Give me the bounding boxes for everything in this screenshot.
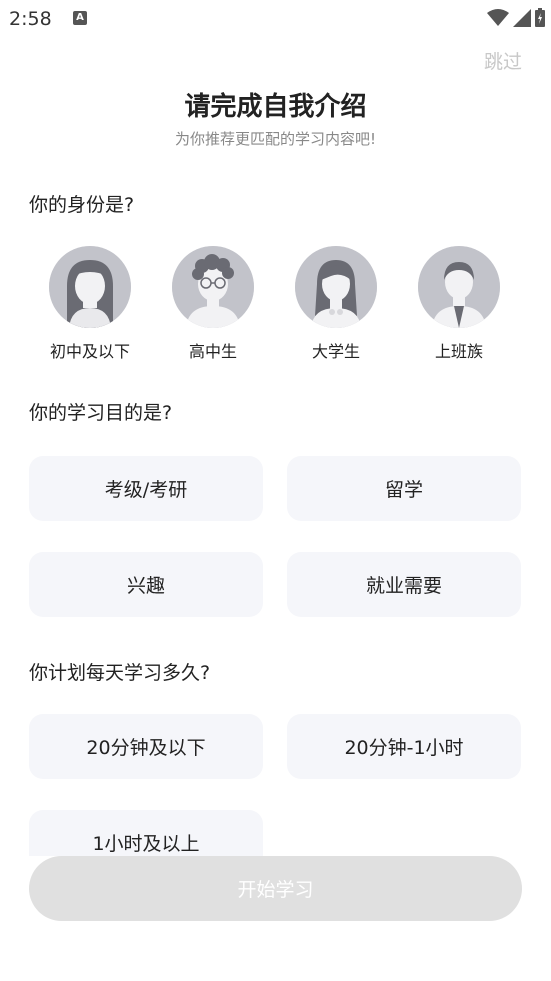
identity-option-junior[interactable]: 初中及以下 <box>40 246 140 362</box>
office-man-avatar-icon <box>418 246 500 328</box>
college-girl-avatar-icon <box>295 246 377 328</box>
goal-option-study-abroad[interactable]: 留学 <box>287 456 521 521</box>
skip-button[interactable]: 跳过 <box>484 47 522 74</box>
identity-option-highschool[interactable]: 高中生 <box>163 246 263 362</box>
goal-option-exam[interactable]: 考级/考研 <box>29 456 263 521</box>
identity-label: 高中生 <box>188 342 237 361</box>
scroll-content[interactable]: 跳过 请完成自我介绍 为你推荐更匹配的学习内容吧! 你的身份是? 初中及以下 高… <box>0 0 551 856</box>
goal-option-career[interactable]: 就业需要 <box>287 552 521 617</box>
time-option-medium[interactable]: 20分钟-1小时 <box>287 714 521 779</box>
identity-label: 上班族 <box>434 342 483 361</box>
identity-label: 初中及以下 <box>49 342 130 361</box>
page-title: 请完成自我介绍 <box>184 92 367 122</box>
time-option-short[interactable]: 20分钟及以下 <box>29 714 263 779</box>
page-subtitle: 为你推荐更匹配的学习内容吧! <box>174 130 376 148</box>
identity-question: 你的身份是? <box>29 194 135 216</box>
time-question: 你计划每天学习多久? <box>29 662 211 684</box>
glasses-boy-avatar-icon <box>172 246 254 328</box>
time-option-long[interactable]: 1小时及以上 <box>29 810 263 856</box>
goal-question: 你的学习目的是? <box>29 402 173 424</box>
identity-option-college[interactable]: 大学生 <box>286 246 386 362</box>
identity-label: 大学生 <box>311 342 360 361</box>
identity-option-worker[interactable]: 上班族 <box>409 246 509 362</box>
start-learning-button[interactable]: 开始学习 <box>29 856 522 921</box>
girl-avatar-icon <box>49 246 131 328</box>
goal-option-interest[interactable]: 兴趣 <box>29 552 263 617</box>
